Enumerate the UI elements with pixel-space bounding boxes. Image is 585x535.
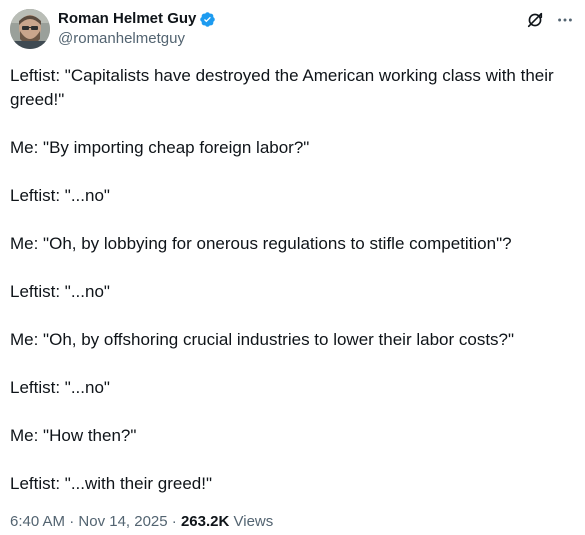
name-row: Roman Helmet Guy xyxy=(58,9,216,29)
views-label: Views xyxy=(229,513,274,530)
tweet-meta: 6:40 AM · Nov 14, 2025 · 263.2K Views xyxy=(10,512,273,532)
tweet-line: Leftist: "Capitalists have destroyed the… xyxy=(10,66,554,109)
author-info: Roman Helmet Guy @romanhelmetguy xyxy=(58,9,216,49)
tweet-line: Leftist: "...no" xyxy=(10,378,110,397)
avatar[interactable] xyxy=(10,9,50,49)
timestamp-time[interactable]: 6:40 AM xyxy=(10,513,65,530)
tweet: Roman Helmet Guy @romanhelmetguy Leftist… xyxy=(0,0,585,535)
meta-separator: · xyxy=(65,513,79,530)
views-count[interactable]: 263.2K xyxy=(181,513,229,530)
grok-icon[interactable] xyxy=(525,10,545,30)
tweet-line: Me: "Oh, by lobbying for onerous regulat… xyxy=(10,234,512,253)
more-icon[interactable] xyxy=(555,10,575,30)
tweet-line: Me: "By importing cheap foreign labor?" xyxy=(10,138,310,157)
handle[interactable]: @romanhelmetguy xyxy=(58,29,216,49)
avatar-image xyxy=(10,9,50,49)
tweet-line: Me: "How then?" xyxy=(10,426,137,445)
tweet-text: Leftist: "Capitalists have destroyed the… xyxy=(10,64,570,496)
tweet-line: Leftist: "...no" xyxy=(10,186,110,205)
timestamp-date[interactable]: Nov 14, 2025 xyxy=(78,513,167,530)
tweet-line: Leftist: "...with their greed!" xyxy=(10,474,212,493)
verified-badge-icon[interactable] xyxy=(199,11,216,28)
tweet-actions xyxy=(525,10,575,30)
meta-separator: · xyxy=(167,513,181,530)
display-name[interactable]: Roman Helmet Guy xyxy=(58,9,196,29)
tweet-line: Me: "Oh, by offshoring crucial industrie… xyxy=(10,330,515,349)
tweet-line: Leftist: "...no" xyxy=(10,282,110,301)
